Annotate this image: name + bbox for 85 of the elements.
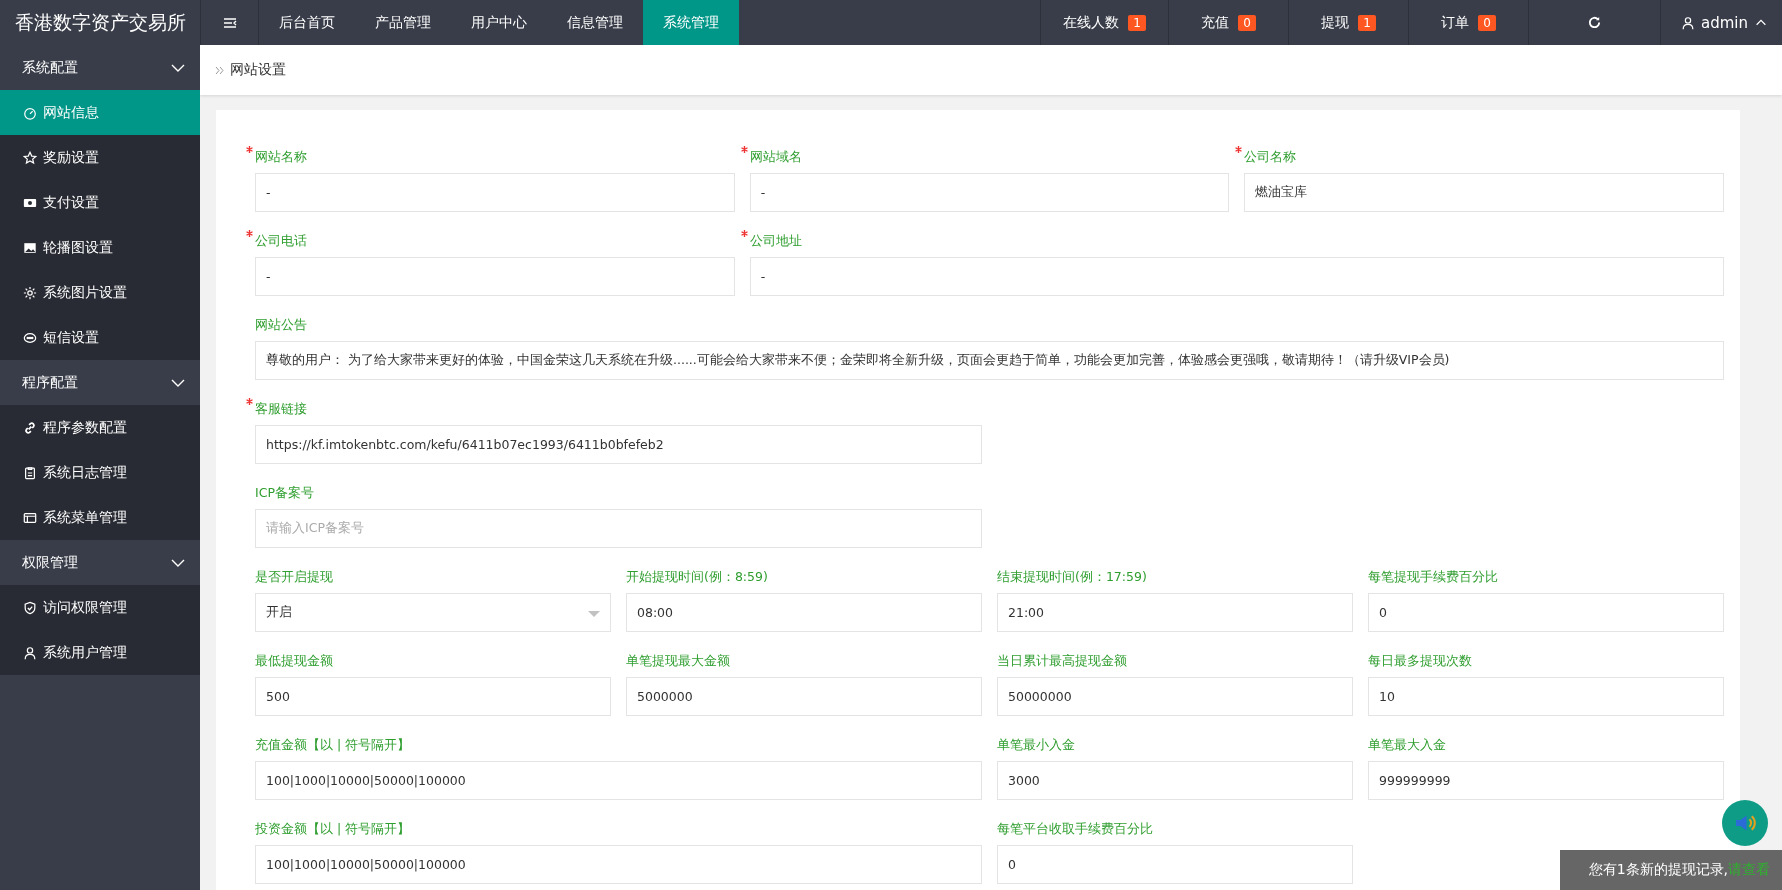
field-label: 单笔提现最大金额 <box>626 653 730 670</box>
menu-item[interactable]: 系统日志管理 <box>0 450 200 495</box>
input-field[interactable]: - <box>255 257 735 296</box>
count-badge: 1 <box>1358 14 1376 31</box>
notification-text: 您有1条新的提现记录,请查看 <box>1588 861 1770 879</box>
menu-item[interactable]: 轮播图设置 <box>0 225 200 270</box>
input-field[interactable]: 尊敬的用户： 为了给大家带来更好的体验，中国金荣这几天系统在升级......可能会给大家带来不便；金荣即将全新升级，页面会更趋于简单，功能会更加完善，体验感会更强哦，敬请期待！（请升级VIP会员) <box>255 341 1724 380</box>
field-label: 每日最多提现次数 <box>1368 653 1472 670</box>
breadcrumb-text: 网站设置 <box>230 61 286 79</box>
nav-tab[interactable]: 产品管理 <box>355 0 451 45</box>
select-field[interactable]: 开启 <box>255 593 611 632</box>
stat-label[interactable]: 订单 <box>1441 13 1470 32</box>
menu-item[interactable]: 短信设置 <box>0 315 200 360</box>
menu-item[interactable]: 系统用户管理 <box>0 630 200 675</box>
field-label: 每笔平台收取手续费百分比 <box>997 821 1153 838</box>
user-icon <box>1681 15 1695 30</box>
count-badge: 1 <box>1128 14 1146 31</box>
field-label: 网站域名 <box>749 149 802 166</box>
field-label: 充值金额【以 | 符号隔开】 <box>255 737 411 754</box>
field-label: 网站公告 <box>255 317 307 334</box>
menu-item[interactable]: 网站信息 <box>0 90 200 135</box>
input-field[interactable]: - <box>255 173 735 212</box>
count-badge: 0 <box>1238 14 1256 31</box>
gear-icon <box>23 285 37 300</box>
stat-label[interactable]: 提现 <box>1321 13 1350 32</box>
shield-icon <box>23 600 37 615</box>
menu-item[interactable]: 系统图片设置 <box>0 270 200 315</box>
group-label: 程序配置 <box>22 373 78 392</box>
group-label: 权限管理 <box>22 553 78 572</box>
user-icon <box>23 645 37 660</box>
stat-label[interactable]: 充值 <box>1201 13 1230 32</box>
field-label: 是否开启提现 <box>255 569 333 586</box>
refresh-icon[interactable] <box>1587 15 1602 30</box>
input-field[interactable]: 100|1000|10000|50000|100000 <box>255 845 982 884</box>
field-label: 公司地址 <box>749 233 802 250</box>
field-label: 投资金额【以 | 符号隔开】 <box>255 821 411 838</box>
input-field[interactable]: 3000 <box>997 761 1353 800</box>
menu-item[interactable]: 奖励设置 <box>0 135 200 180</box>
input-field[interactable]: 0 <box>1368 593 1724 632</box>
input-field[interactable]: 08:00 <box>626 593 982 632</box>
input-field[interactable]: - <box>749 257 1724 296</box>
input-field[interactable]: 0 <box>997 845 1353 884</box>
input-field[interactable]: 10 <box>1368 677 1724 716</box>
stat-label[interactable]: 在线人数 <box>1063 13 1120 32</box>
field-label: ICP备案号 <box>255 485 314 502</box>
menu-item[interactable]: 支付设置 <box>0 180 200 225</box>
field-label: 公司名称 <box>1244 149 1297 166</box>
input-field[interactable]: 50000000 <box>997 677 1353 716</box>
field-label: 公司电话 <box>255 233 307 250</box>
star-icon <box>23 150 37 165</box>
input-field[interactable]: 燃油宝库 <box>1244 173 1724 212</box>
nav-tab[interactable]: 信息管理 <box>547 0 643 45</box>
field-label: 结束提现时间(例：17:59) <box>997 569 1147 586</box>
window-icon <box>23 510 37 525</box>
input-field[interactable]: - <box>749 173 1230 212</box>
field-label: 网站名称 <box>255 149 307 166</box>
input-field[interactable]: https://kf.imtokenbtc.com/kefu/6411b07ec1993/6411b0bfefeb2 <box>255 425 982 464</box>
field-label: 单笔最大入金 <box>1368 737 1446 754</box>
nav-tab[interactable]: 用户中心 <box>451 0 547 45</box>
input-field[interactable]: 999999999 <box>1368 761 1724 800</box>
user-name[interactable]: admin <box>1701 13 1748 32</box>
count-badge: 0 <box>1478 14 1496 31</box>
clipboard-icon <box>23 465 37 480</box>
field-label: 单笔最小入金 <box>997 737 1075 754</box>
double-chevron-icon <box>215 65 224 75</box>
input-field[interactable]: 500 <box>255 677 611 716</box>
field-label: 开始提现时间(例：8:59) <box>626 569 768 586</box>
field-label: 每笔提现手续费百分比 <box>1368 569 1498 586</box>
dashboard-icon <box>23 105 37 120</box>
group-label: 系统配置 <box>22 58 78 77</box>
field-label: 客服链接 <box>255 401 307 418</box>
input-field[interactable]: 100|1000|10000|50000|100000 <box>255 761 982 800</box>
nav-tab[interactable]: 后台首页 <box>259 0 355 45</box>
field-label: 当日累计最高提现金额 <box>997 653 1127 670</box>
input-field[interactable]: 21:00 <box>997 593 1353 632</box>
menu-item[interactable]: 系统菜单管理 <box>0 495 200 540</box>
sound-button[interactable] <box>1722 800 1768 846</box>
nav-tab[interactable]: 系统管理 <box>643 0 739 45</box>
input-field[interactable]: 5000000 <box>626 677 982 716</box>
chat-icon <box>23 330 37 345</box>
menu-item[interactable]: 程序参数配置 <box>0 405 200 450</box>
menu-item[interactable]: 访问权限管理 <box>0 585 200 630</box>
link-icon <box>23 420 37 435</box>
field-label: 最低提现金额 <box>255 653 333 670</box>
image-icon <box>23 240 37 255</box>
